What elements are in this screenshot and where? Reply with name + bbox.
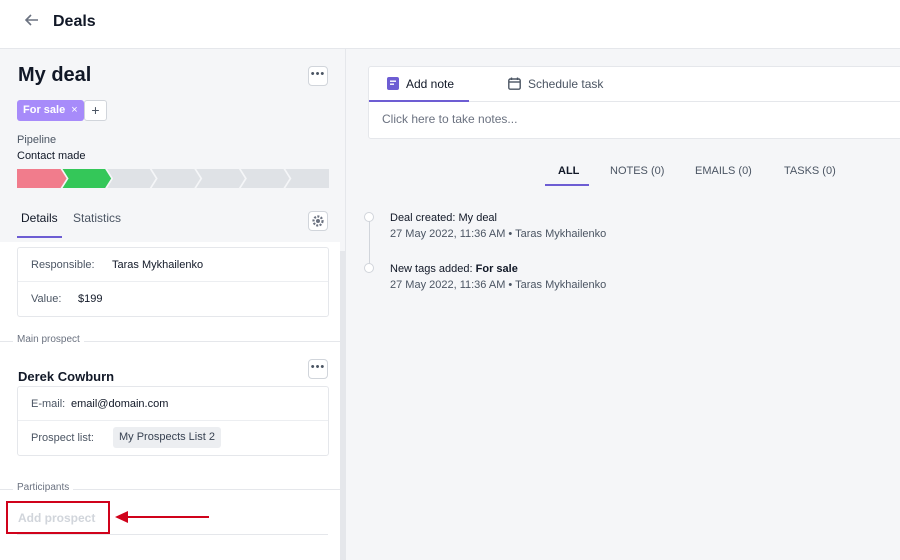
pipeline-stage-segment[interactable] (285, 169, 329, 188)
filter-tab-tasks[interactable]: TASKS (0) (784, 165, 836, 177)
responsible-value[interactable]: Taras Mykhailenko (112, 259, 203, 271)
value-label: Value: (31, 293, 62, 305)
participants-divider: Participants (0, 482, 340, 493)
activity-title-text: New tags added: (390, 263, 476, 275)
activity-title-text: Deal created: My deal (390, 212, 497, 224)
prospect-card: E-mail: email@domain.com Prospect list: … (17, 386, 329, 456)
deal-title: My deal (18, 64, 92, 86)
email-value[interactable]: email@domain.com (71, 398, 168, 410)
details-card: Responsible: Taras Mykhailenko Value: $1… (17, 247, 329, 317)
tab-statistics[interactable]: Statistics (73, 211, 121, 225)
tag-label: For sale (23, 104, 66, 116)
timeline-line (369, 221, 370, 269)
filter-tab-emails[interactable]: EMAILS (0) (695, 165, 752, 177)
calendar-icon (508, 77, 521, 90)
activity-date: 27 May 2022, 11:36 AM (390, 228, 506, 240)
prospect-list-row: Prospect list: My Prospects List 2 (18, 421, 328, 455)
highlight-arrow-icon (115, 511, 209, 523)
activity-date: 27 May 2022, 11:36 AM (390, 279, 506, 291)
tab-schedule-task[interactable]: Schedule task (508, 77, 603, 91)
filter-tab-all[interactable]: ALL (558, 165, 579, 177)
add-tag-button[interactable]: + (84, 100, 107, 121)
main-prospect-label: Main prospect (13, 334, 84, 345)
activity-author: Taras Mykhailenko (515, 279, 607, 291)
responsible-label: Responsible: (31, 259, 95, 271)
pipeline-stage-segment[interactable] (151, 169, 201, 188)
activity-title-bold: For sale (475, 263, 518, 275)
prospect-name[interactable]: Derek Cowburn (18, 369, 114, 384)
page-title: Deals (53, 13, 96, 30)
add-prospect-underline (17, 534, 328, 535)
activity-timeline: Deal created: My deal 27 May 2022, 11:36… (347, 209, 900, 309)
note-composer: Add note Schedule task Click here to tak… (368, 66, 900, 139)
note-input[interactable]: Click here to take notes... (382, 112, 517, 126)
tag-remove-icon[interactable]: × (71, 104, 77, 116)
prospect-list-chip[interactable]: My Prospects List 2 (113, 427, 221, 448)
active-tab-indicator (369, 100, 469, 102)
email-row: E-mail: email@domain.com (18, 387, 328, 421)
participants-label: Participants (13, 482, 74, 493)
gear-icon[interactable] (308, 211, 328, 231)
prospect-list-label: Prospect list: (31, 432, 94, 444)
activity-title: Deal created: My deal (390, 212, 497, 224)
pipeline-stage-segment[interactable] (240, 169, 290, 188)
top-bar: Deals (0, 0, 900, 49)
tab-add-note[interactable]: Add note (387, 77, 454, 91)
tag-badge: For sale × (17, 100, 84, 121)
main-prospect-divider: Main prospect (0, 334, 340, 345)
scrollbar[interactable] (340, 251, 346, 560)
note-icon (387, 77, 399, 90)
back-arrow-icon[interactable] (22, 13, 42, 33)
value-value[interactable]: $199 (78, 293, 102, 305)
pipeline-stage-segment[interactable] (17, 169, 67, 188)
pipeline-stage-segment[interactable] (62, 169, 112, 188)
prospect-more-button[interactable]: ••• (308, 359, 328, 379)
value-row: Value: $199 (18, 282, 328, 316)
add-prospect-label: Add prospect (18, 511, 96, 525)
activity-filter-tabs: ALL NOTES (0) EMAILS (0) TASKS (0) (347, 165, 900, 187)
tab-schedule-task-label: Schedule task (528, 77, 604, 91)
timeline-dot (364, 212, 374, 222)
activity-title: New tags added: For sale (390, 263, 518, 275)
email-label: E-mail: (31, 398, 66, 410)
deal-panel: My deal ••• For sale × + Pipeline Contact… (0, 49, 346, 560)
tab-details[interactable]: Details (17, 211, 62, 238)
tab-add-note-label: Add note (406, 77, 455, 91)
more-dots-icon: ••• (310, 68, 326, 80)
responsible-row: Responsible: Taras Mykhailenko (18, 248, 328, 282)
pipeline-label: Pipeline (17, 134, 57, 146)
filter-active-indicator (545, 184, 589, 186)
add-prospect-button[interactable]: Add prospect (6, 501, 110, 534)
activity-author: Taras Mykhailenko (515, 228, 607, 240)
pipeline-progress[interactable] (17, 169, 329, 188)
activity-meta: 27 May 2022, 11:36 AM • Taras Mykhailenk… (390, 228, 607, 240)
filter-tab-notes[interactable]: NOTES (0) (610, 165, 664, 177)
activity-meta: 27 May 2022, 11:36 AM • Taras Mykhailenk… (390, 279, 607, 291)
pipeline-stage-segment[interactable] (107, 169, 156, 188)
more-dots-icon: ••• (310, 361, 326, 373)
deal-more-button[interactable]: ••• (308, 66, 328, 86)
activity-panel: Add note Schedule task Click here to tak… (347, 49, 900, 560)
pipeline-stage: Contact made (17, 150, 86, 162)
note-tabs: Add note Schedule task (369, 67, 900, 102)
pipeline-stage-segment[interactable] (196, 169, 245, 188)
timeline-dot (364, 263, 374, 273)
